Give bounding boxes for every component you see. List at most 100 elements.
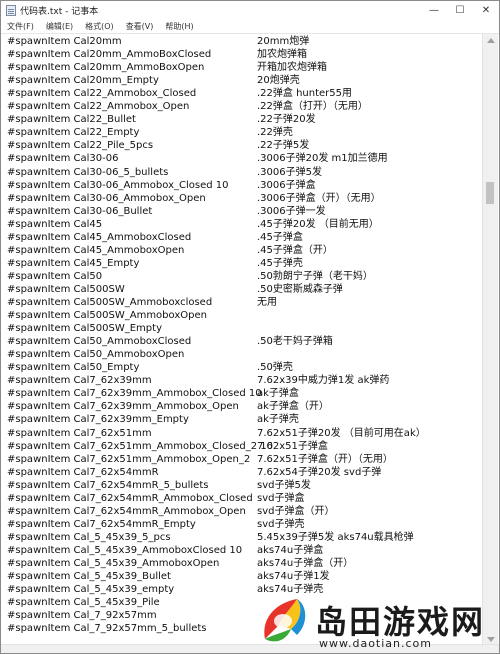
- item-description: ak子弹盒（开）: [257, 401, 329, 413]
- spawn-command: #spawnItem Cal22_Bullet: [7, 114, 136, 126]
- spawn-command: #spawnItem Cal50_Empty: [7, 362, 140, 374]
- spawn-command: #spawnItem Cal22_Ammobox_Open: [7, 101, 190, 113]
- spawn-command: #spawnItem Cal30-06_5_bullets: [7, 166, 169, 178]
- text-line: #spawnItem Cal30-06 .3006子弹20发 m1加兰德用: [7, 152, 477, 165]
- menu-file[interactable]: 文件(F): [1, 21, 40, 32]
- spawn-command: #spawnItem Cal_5_45x39_empty: [7, 584, 175, 596]
- text-line: #spawnItem Cal7_62x54mmR_Empty svd子弹壳: [7, 518, 477, 531]
- item-description: 7.62x51子弹盒（开）（无用）: [257, 453, 393, 465]
- text-line: #spawnItem Cal22_Ammobox_Closed .22弹盒 hun…: [7, 87, 477, 100]
- spawn-command: #spawnItem Cal7_62x51mm: [7, 427, 152, 439]
- item-description: .3006子弹盒（开）（无用）: [257, 192, 381, 204]
- spawn-command: #spawnItem Cal7_62x39mm_Empty: [7, 414, 189, 426]
- text-line: #spawnItem Cal30-06_Ammobox_Closed 10 .30…: [7, 179, 477, 192]
- item-description: 开箱加农炮弹箱: [257, 62, 327, 74]
- text-line: #spawnItem Cal50_AmmoboxOpen: [7, 348, 477, 361]
- item-description: .22子弹20发: [257, 114, 316, 126]
- menu-view[interactable]: 查看(V): [120, 21, 160, 32]
- spawn-command: #spawnItem Cal30-06_Bullet: [7, 205, 153, 217]
- spawn-command: #spawnItem Cal_5_45x39_AmmoboxClosed 10: [7, 544, 243, 556]
- spawn-command: #spawnItem Cal_5_45x39_Bullet: [7, 571, 171, 583]
- spawn-command: #spawnItem Cal30-06_Ammobox_Open: [7, 192, 206, 204]
- spawn-command: #spawnItem Cal7_62x39mm_Ammobox_Closed 1…: [7, 388, 262, 400]
- spawn-command: #spawnItem Cal45_AmmoboxOpen: [7, 244, 185, 256]
- menu-bar: 文件(F) 编辑(E) 格式(O) 查看(V) 帮助(H): [1, 19, 499, 34]
- scrollbar-thumb[interactable]: [486, 182, 494, 204]
- item-description: svd子弹盒（开）: [257, 505, 335, 517]
- text-line: #spawnItem Cal7_62x51mm_Ammobox_Closed_2…: [7, 440, 477, 453]
- item-description: .22子弹5发: [257, 140, 310, 152]
- maximize-button[interactable]: ☐: [447, 1, 473, 19]
- text-line: #spawnItem Cal20mm 20mm炮弹: [7, 35, 477, 48]
- spawn-command: #spawnItem Cal20mm_AmmoBoxOpen: [7, 62, 205, 74]
- item-description: aks74u子弹盒（开）: [257, 558, 354, 569]
- text-line: #spawnItem Cal_5_45x39_AmmoboxOpen aks74u…: [7, 557, 477, 570]
- text-line: #spawnItem Cal22_Ammobox_Open .22弹盒（打开）（无…: [7, 100, 477, 113]
- spawn-command: #spawnItem Cal22_Ammobox_Closed: [7, 88, 197, 100]
- spawn-command: #spawnItem Cal45: [7, 218, 103, 230]
- site-url: www.daotian.com: [319, 637, 433, 650]
- item-description: .50弹壳: [257, 362, 293, 374]
- menu-help[interactable]: 帮助(H): [159, 21, 199, 32]
- item-description: 5.45x39子弹5发 aks74u载具枪弹: [257, 531, 414, 543]
- spawn-command: #spawnItem Cal_5_45x39_5_pcs: [7, 531, 171, 543]
- text-line: #spawnItem Cal20mm_AmmoBoxOpen 开箱加农炮弹箱: [7, 61, 477, 74]
- close-button[interactable]: ✕: [473, 1, 499, 19]
- text-line: #spawnItem Cal45 .45子弹20发 （目前无用）: [7, 218, 477, 231]
- text-line: #spawnItem Cal7_62x39mm_Ammobox_Closed 1…: [7, 387, 477, 400]
- text-line: #spawnItem Cal30-06_Bullet .3006子弹一发: [7, 205, 477, 218]
- item-description: aks74u子弹1发: [257, 571, 330, 583]
- text-line: #spawnItem Cal45_AmmoboxClosed .45子弹盒: [7, 231, 477, 244]
- text-line: #spawnItem Cal_5_45x39_AmmoboxClosed 10 a…: [7, 544, 477, 557]
- spawn-command: #spawnItem Cal_7_92x57mm_5_bullets: [7, 623, 207, 635]
- text-line: #spawnItem Cal45_AmmoboxOpen .45子弹盒（开）: [7, 244, 477, 257]
- item-description: .3006子弹20发 m1加兰德用: [257, 153, 388, 165]
- item-description: 7.62x51子弹20发 （目前可用在ak）: [257, 427, 426, 439]
- text-line: #spawnItem Cal7_62x51mm_Ammobox_Open_2 7.…: [7, 453, 477, 466]
- spawn-command: #spawnItem Cal500SW_AmmoboxOpen: [7, 310, 207, 322]
- window-title: 代码表.txt - 记事本: [20, 6, 99, 17]
- spawn-command: #spawnItem Cal45_Empty: [7, 257, 140, 269]
- spawn-command: #spawnItem Cal_5_45x39_Pile: [7, 597, 160, 609]
- text-line: #spawnItem Cal30-06_5_bullets .3006子弹5发: [7, 166, 477, 179]
- menu-format[interactable]: 格式(O): [79, 21, 120, 32]
- text-line: #spawnItem Cal50_Empty .50弹壳: [7, 361, 477, 374]
- item-description: .22弹盒（打开）（无用）: [257, 101, 368, 113]
- text-editor-area[interactable]: #spawnItem Cal20mm 20mm炮弹 #spawnItem Cal20…: [1, 34, 482, 646]
- spawn-command: #spawnItem Cal7_62x51mm_Ammobox_Open_2: [7, 453, 251, 465]
- notepad-window: 代码表.txt - 记事本 — ☐ ✕ 文件(F) 编辑(E) 格式(O) 查看…: [0, 0, 500, 654]
- text-line: #spawnItem Cal500SW_Ammoboxclosed 无用: [7, 296, 477, 309]
- spawn-command: #spawnItem Cal7_62x39mm: [7, 375, 152, 387]
- text-line: #spawnItem Cal_5_45x39_5_pcs 5.45x39子弹5发 …: [7, 531, 477, 544]
- item-description: .50史密斯威森子弹: [257, 283, 343, 295]
- spawn-command: #spawnItem Cal_5_45x39_AmmoboxOpen: [7, 558, 220, 569]
- scroll-up-arrow-icon[interactable]: [487, 38, 495, 43]
- title-bar[interactable]: 代码表.txt - 记事本 — ☐ ✕: [1, 1, 499, 19]
- item-description: .22弹壳: [257, 127, 293, 139]
- spawn-command: #spawnItem Cal7_62x54mmR_Ammobox_Open: [7, 505, 246, 517]
- menu-edit[interactable]: 编辑(E): [40, 21, 79, 32]
- item-description: .45子弹20发 （目前无用）: [257, 218, 379, 230]
- item-description: .3006子弹盒: [257, 179, 316, 191]
- spawn-command: #spawnItem Cal7_62x54mmR_5_bullets: [7, 479, 209, 491]
- text-line: #spawnItem Cal20mm_Empty 20炮弹壳: [7, 74, 477, 87]
- item-description: .45子弹盒（开）: [257, 244, 333, 256]
- item-description: 20炮弹壳: [257, 75, 300, 87]
- text-line: #spawnItem Cal500SW_Empty: [7, 322, 477, 335]
- item-description: ak子弹壳: [257, 414, 299, 426]
- item-description: 无用: [257, 297, 277, 308]
- site-logo-icon: [264, 599, 306, 642]
- text-line: #spawnItem Cal7_62x51mm 7.62x51子弹20发 （目前可…: [7, 427, 477, 440]
- text-line: #spawnItem Cal7_62x39mm 7.62x39中威力弹1发 ak弹…: [7, 374, 477, 387]
- spawn-command: #spawnItem Cal20mm_AmmoBoxClosed: [7, 49, 212, 61]
- text-line: #spawnItem Cal7_62x39mm_Ammobox_Open ak子弹…: [7, 400, 477, 413]
- text-line: #spawnItem Cal20mm_AmmoBoxClosed 加农炮弹箱: [7, 48, 477, 61]
- item-description: .3006子弹5发: [257, 166, 322, 178]
- spawn-command: #spawnItem Cal7_62x51mm_Ammobox_Closed_2…: [7, 440, 273, 452]
- spawn-command: #spawnItem Cal7_62x54mmR_Ammobox_Closed: [7, 492, 253, 504]
- spawn-command: #spawnItem Cal50_AmmoboxClosed: [7, 336, 192, 348]
- minimize-button[interactable]: —: [421, 1, 447, 19]
- item-description: 加农炮弹箱: [257, 49, 307, 61]
- item-description: 20mm炮弹: [257, 36, 310, 47]
- vertical-scrollbar[interactable]: [482, 34, 498, 646]
